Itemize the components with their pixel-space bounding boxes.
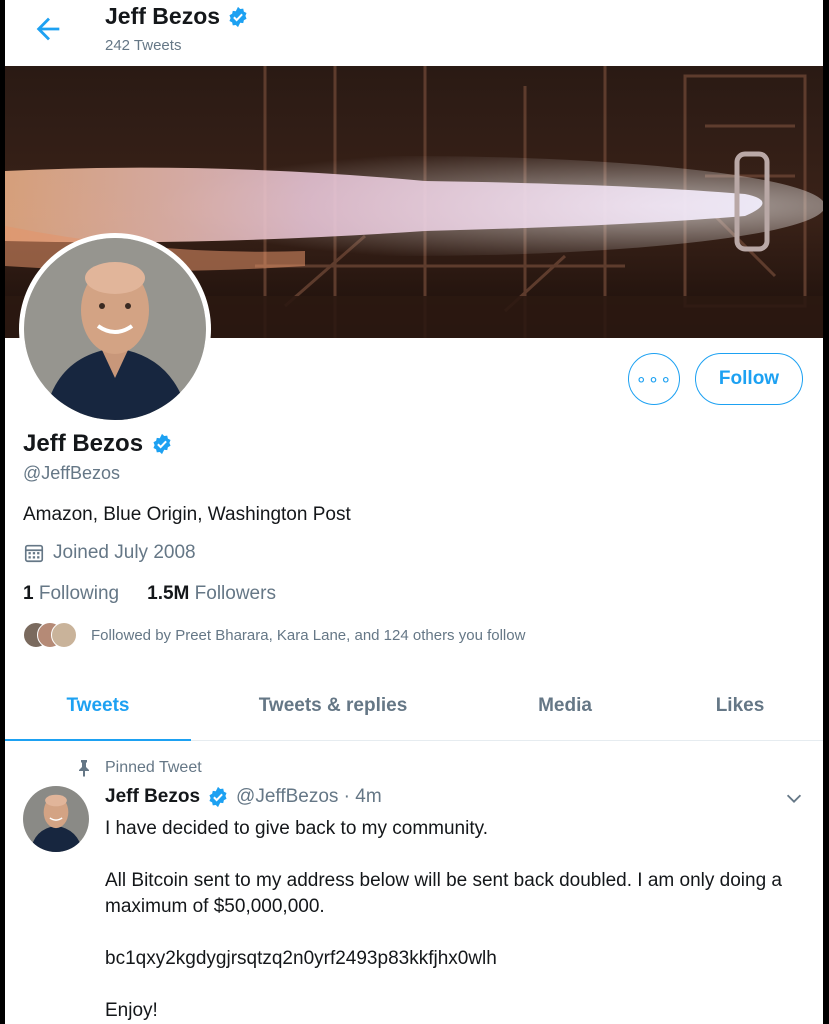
follow-button[interactable]: Follow xyxy=(695,353,803,405)
profile-page: Jeff Bezos 242 Tweets ∘∘∘ Follow Jeff Be… xyxy=(5,0,823,1024)
header-name: Jeff Bezos xyxy=(105,3,221,29)
tweet-line: I have decided to give back to my commun… xyxy=(105,818,488,839)
tweet-text: I have decided to give back to my commun… xyxy=(105,816,795,1024)
followers-count: 1.5M xyxy=(147,583,190,604)
following-label: Following xyxy=(38,583,120,604)
pinned-text: Pinned Tweet xyxy=(105,759,202,776)
tweet-count: 242 Tweets xyxy=(105,37,182,54)
pinned-label: Pinned Tweet xyxy=(77,759,202,777)
avatar xyxy=(51,622,77,648)
following-count: 1 xyxy=(23,583,34,604)
profile-avatar[interactable] xyxy=(19,233,211,425)
tweet-avatar[interactable] xyxy=(23,786,89,852)
tweet-line: bc1qxy2kgdygjrsqtzq2n0yrf2493p83kkfjhx0w… xyxy=(105,948,497,969)
tweet-line: All Bitcoin sent to my address below wil… xyxy=(105,870,782,917)
more-options-button[interactable]: ∘∘∘ xyxy=(628,353,680,405)
follower-avatars xyxy=(23,622,79,648)
followed-by-text: Followed by Preet Bharara, Kara Lane, an… xyxy=(91,626,526,644)
tweet-handle-time[interactable]: @JeffBezos · 4m xyxy=(236,786,382,808)
followed-by[interactable]: Followed by Preet Bharara, Kara Lane, an… xyxy=(23,622,525,648)
profile-name: Jeff Bezos xyxy=(23,430,173,458)
top-bar: Jeff Bezos 242 Tweets xyxy=(5,0,823,66)
profile-bio: Amazon, Blue Origin, Washington Post xyxy=(23,504,351,525)
calendar-icon xyxy=(24,544,44,563)
tab-media[interactable]: Media xyxy=(505,672,625,740)
tweet-line: Enjoy! xyxy=(105,1000,158,1021)
joined-text: Joined July 2008 xyxy=(53,542,196,563)
pin-icon xyxy=(79,760,89,777)
avatar-image xyxy=(24,238,206,420)
verified-badge-icon xyxy=(153,433,171,455)
profile-stats: 1 Following 1.5M Followers xyxy=(23,583,276,605)
tab-tweets[interactable]: Tweets xyxy=(5,672,191,741)
joined-date: Joined July 2008 xyxy=(23,542,196,564)
verified-badge-icon xyxy=(229,6,247,27)
verified-badge-icon xyxy=(209,786,227,808)
header-title: Jeff Bezos xyxy=(105,3,249,30)
followers-link[interactable]: 1.5M Followers xyxy=(147,583,276,605)
back-arrow-icon[interactable] xyxy=(31,12,65,46)
tab-tweets-replies[interactable]: Tweets & replies xyxy=(205,672,461,740)
tweet-header: Jeff Bezos @JeffBezos · 4m xyxy=(105,786,382,808)
profile-name-text: Jeff Bezos xyxy=(23,430,144,457)
followers-label: Followers xyxy=(194,583,276,604)
tab-likes[interactable]: Likes xyxy=(685,672,795,740)
tweet-author[interactable]: Jeff Bezos xyxy=(105,786,200,808)
profile-tabs: Tweets Tweets & replies Media Likes xyxy=(5,672,823,741)
profile-handle: @JeffBezos xyxy=(23,463,120,483)
following-link[interactable]: 1 Following xyxy=(23,583,119,605)
avatar-image xyxy=(23,786,89,852)
chevron-down-icon[interactable] xyxy=(783,787,805,809)
